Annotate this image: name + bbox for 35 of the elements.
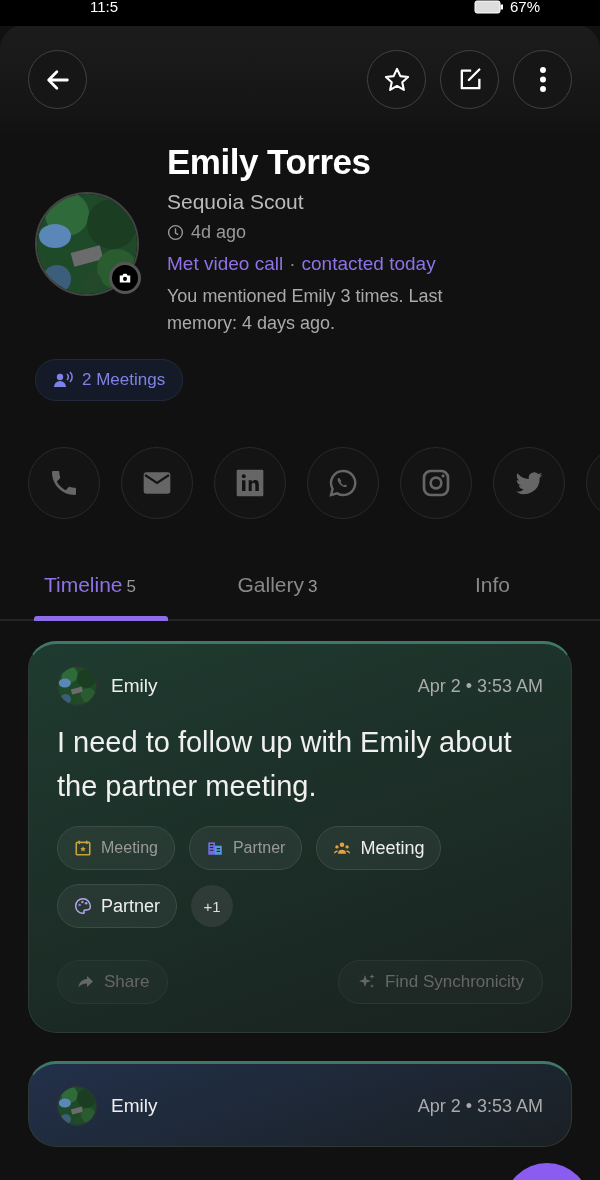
author-name: Emily	[111, 675, 159, 697]
contact-status: contacted today	[301, 253, 436, 275]
buildings-icon	[205, 839, 224, 857]
tab[interactable]: Info	[385, 567, 600, 619]
tag-chip[interactable]: Partner	[57, 884, 178, 928]
met-via: Met video call	[167, 253, 284, 275]
tab[interactable]: Timeline 5	[0, 567, 170, 619]
person-speaking-icon	[53, 371, 75, 389]
status-time: 11:5	[90, 0, 119, 14]
camera-button[interactable]	[109, 262, 141, 294]
contact-subtitle: Sequoia Scout	[167, 190, 305, 214]
contact-name: Emily Torres	[167, 141, 372, 183]
memory-summary: You mentioned Emily 3 times. Last memory: 4 days ago.	[167, 285, 444, 335]
camera-icon	[118, 271, 132, 285]
palette-icon	[74, 897, 92, 915]
author-name: Emily	[111, 1095, 159, 1117]
tag-chip[interactable]: Meeting	[57, 826, 175, 870]
tag-chip[interactable]: Partner	[188, 826, 303, 870]
separator-dot: ·	[289, 253, 296, 275]
battery-level: 67%	[509, 0, 540, 14]
tab[interactable]: Gallery 3	[170, 567, 385, 619]
battery-icon	[473, 0, 504, 14]
timestamp: Apr 2 • 3:53 AM	[417, 675, 543, 697]
memory-text: I need to follow up with Emily about the partner meeting.	[57, 725, 513, 804]
more-tags-button[interactable]: +1	[191, 885, 234, 927]
timestamp: Apr 2 • 3:53 AM	[417, 1095, 543, 1117]
square-logo-icon	[234, 467, 266, 499]
tag-chip[interactable]: Meeting	[316, 826, 442, 870]
meetings-chip[interactable]: 2 Meetings	[35, 359, 184, 401]
last-seen: 4d ago	[191, 222, 247, 243]
more-vertical-icon	[539, 67, 546, 92]
clock-icon	[167, 224, 184, 241]
chat-bubble-icon	[327, 467, 359, 499]
star-icon	[382, 65, 411, 94]
camera-outline-icon	[420, 467, 452, 499]
